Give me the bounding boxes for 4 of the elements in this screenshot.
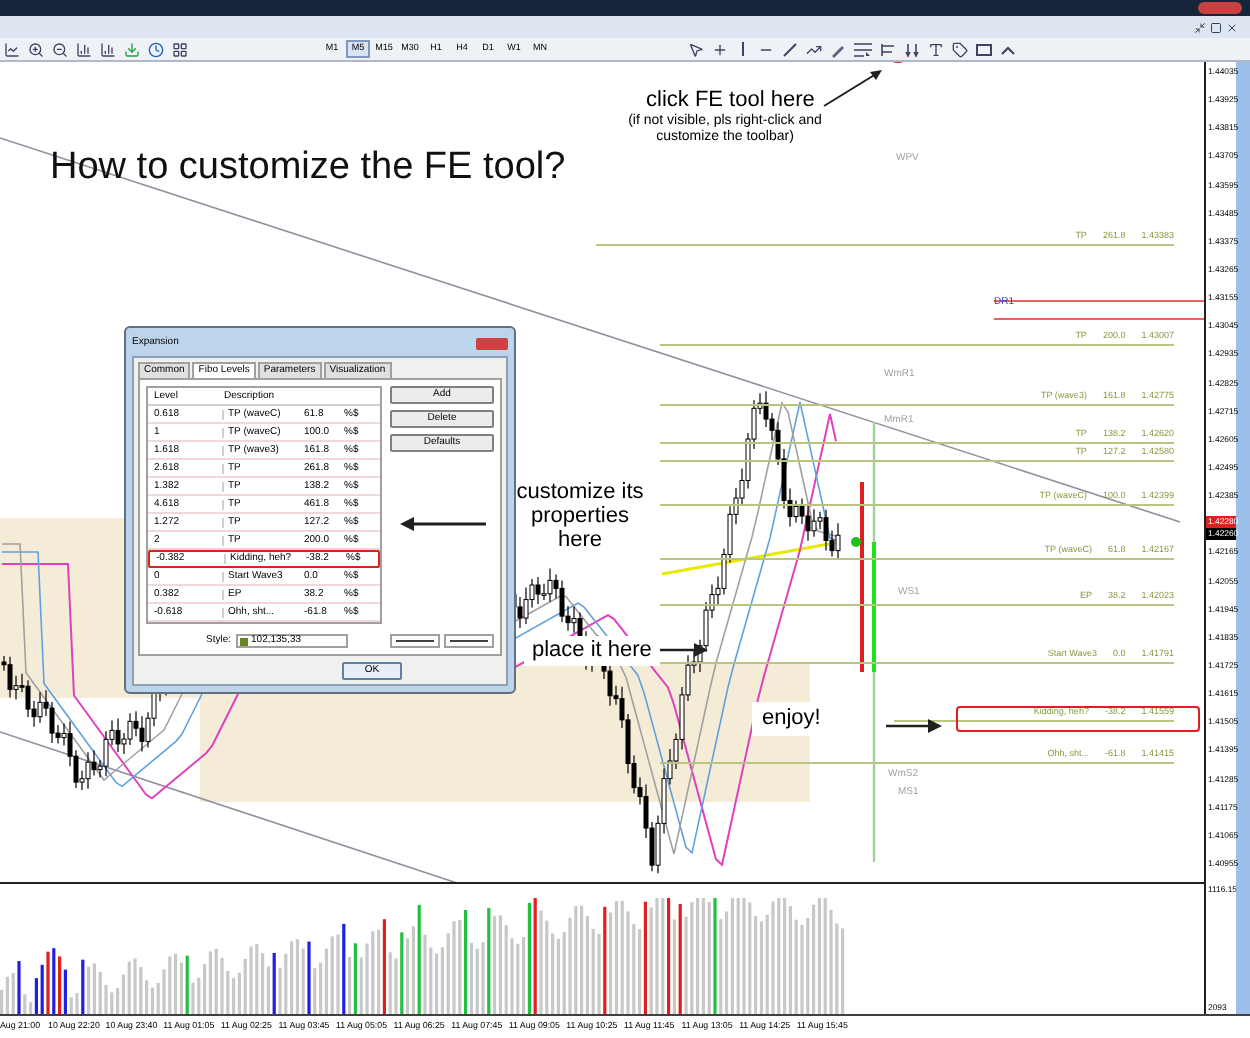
page-title: How to customize the FE tool? — [50, 148, 566, 186]
hint-text: customize its properties here — [514, 480, 646, 552]
hint-text: click FE tool here — [646, 90, 815, 112]
hint-text: place it here — [524, 636, 660, 666]
